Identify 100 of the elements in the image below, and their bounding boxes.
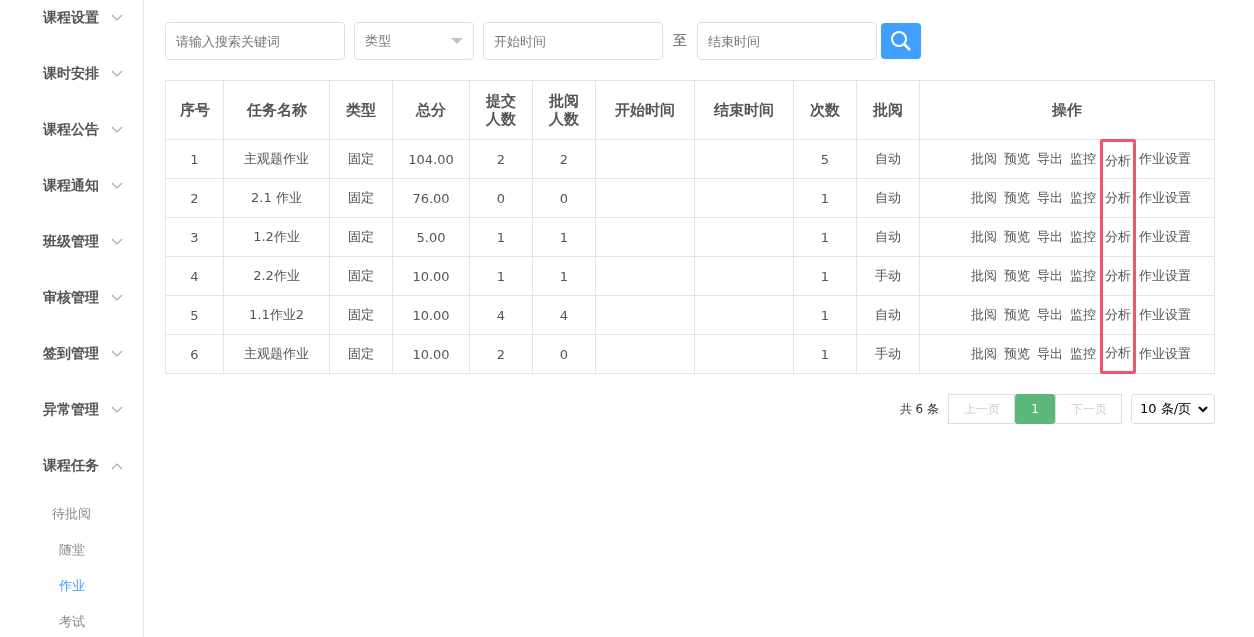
sidebar-item[interactable]: 班级管理 <box>0 214 143 270</box>
table-cell: 1 <box>820 190 830 206</box>
chevron-icon <box>111 294 123 302</box>
table-cell: 76.00 <box>412 190 450 206</box>
action-link[interactable]: 作业设置 <box>1135 257 1195 295</box>
action-link[interactable]: 分析 <box>1099 334 1136 374</box>
search-field[interactable]: 请输入搜索关键词 <box>165 22 345 60</box>
search-button[interactable] <box>881 23 921 59</box>
table-cell: 0 <box>559 346 569 362</box>
sidebar-subitem[interactable]: 考试 <box>0 604 143 637</box>
dropdown-caret-icon <box>451 38 463 44</box>
chevron-icon <box>111 182 123 190</box>
action-link[interactable]: 作业设置 <box>1135 296 1195 334</box>
action-link[interactable]: 监控 <box>1066 179 1100 217</box>
chevron-icon <box>111 406 123 414</box>
chevron-icon <box>111 70 123 78</box>
column-header: 开始时间 <box>595 80 695 140</box>
table-cell: 2 <box>190 190 199 206</box>
table-cell: 6 <box>190 346 199 362</box>
table-cell: 5.00 <box>416 229 446 245</box>
page-size-select[interactable]: 10 条/页 <box>1131 394 1215 424</box>
table-cell: 4 <box>190 268 199 284</box>
action-link[interactable]: 分析 <box>1099 256 1136 296</box>
column-header: 类型 <box>329 80 393 140</box>
table-cell: 1 <box>820 346 830 362</box>
column-header: 结束时间 <box>694 80 794 140</box>
action-link[interactable]: 分析 <box>1099 217 1136 257</box>
type-select[interactable]: 类型 <box>354 22 474 60</box>
action-link[interactable]: 预览 <box>1000 257 1034 295</box>
chevron-icon <box>111 350 123 358</box>
table-cell: 2.1 作业 <box>251 190 302 205</box>
action-link[interactable]: 作业设置 <box>1135 179 1195 217</box>
action-link[interactable]: 监控 <box>1066 296 1100 334</box>
sidebar-item[interactable]: 课程公告 <box>0 102 143 158</box>
chevron-icon <box>111 126 123 134</box>
action-link[interactable]: 监控 <box>1066 257 1100 295</box>
table-cell: 2 <box>559 151 569 167</box>
column-header: 批阅人数 <box>532 80 596 140</box>
table-cell: 自动 <box>875 307 901 322</box>
sidebar-subitem[interactable]: 待批阅 <box>0 496 143 532</box>
action-link[interactable]: 导出 <box>1033 257 1067 295</box>
total-count: 共 6 条 <box>899 400 939 418</box>
sidebar-item[interactable]: 签到管理 <box>0 326 143 382</box>
table-cell: 固定 <box>348 268 374 283</box>
action-link[interactable]: 批阅 <box>967 218 1001 256</box>
table-cell: 1.2作业 <box>253 229 300 244</box>
sidebar-item[interactable]: 课程任务 <box>0 438 143 494</box>
start-time-field[interactable]: 开始时间 <box>483 22 663 60</box>
sidebar-item[interactable]: 课程设置 <box>0 0 143 46</box>
action-link[interactable]: 批阅 <box>967 257 1001 295</box>
table-cell: 1.1作业2 <box>249 307 304 322</box>
table-cell: 4 <box>496 307 506 323</box>
action-link[interactable]: 监控 <box>1066 218 1100 256</box>
column-header: 任务名称 <box>223 80 330 140</box>
table-cell: 1 <box>559 268 569 284</box>
sidebar-item[interactable]: 审核管理 <box>0 270 143 326</box>
sidebar-item[interactable]: 课时安排 <box>0 46 143 102</box>
action-link[interactable]: 导出 <box>1033 296 1067 334</box>
table-cell: 2 <box>496 346 506 362</box>
sidebar-subitem[interactable]: 随堂 <box>0 532 143 568</box>
table-cell: 固定 <box>348 151 374 166</box>
action-link[interactable]: 批阅 <box>967 140 1001 178</box>
action-link[interactable]: 作业设置 <box>1135 140 1195 178</box>
column-header: 批阅 <box>856 80 920 140</box>
table-cell: 主观题作业 <box>244 151 309 166</box>
action-link[interactable]: 作业设置 <box>1135 218 1195 256</box>
end-time-field[interactable]: 结束时间 <box>697 22 877 60</box>
action-link[interactable]: 监控 <box>1066 335 1100 373</box>
action-link[interactable]: 导出 <box>1033 218 1067 256</box>
action-link[interactable]: 预览 <box>1000 218 1034 256</box>
action-link[interactable]: 分析 <box>1099 139 1136 179</box>
table-cell: 10.00 <box>412 346 450 362</box>
sidebar-item[interactable]: 异常管理 <box>0 382 143 438</box>
action-link[interactable]: 分析 <box>1099 295 1136 335</box>
chevron-icon <box>111 462 123 470</box>
range-separator: 至 <box>673 32 687 50</box>
table-cell: 1 <box>559 229 569 245</box>
action-link[interactable]: 导出 <box>1033 335 1067 373</box>
table-cell: 1 <box>820 229 830 245</box>
action-link[interactable]: 预览 <box>1000 296 1034 334</box>
column-header: 次数 <box>793 80 857 140</box>
action-link[interactable]: 预览 <box>1000 140 1034 178</box>
action-link[interactable]: 分析 <box>1099 178 1136 218</box>
chevron-icon <box>111 238 123 246</box>
action-link[interactable]: 监控 <box>1066 140 1100 178</box>
sidebar-item[interactable]: 课程通知 <box>0 158 143 214</box>
action-link[interactable]: 批阅 <box>967 179 1001 217</box>
action-link[interactable]: 批阅 <box>967 296 1001 334</box>
table-cell: 10.00 <box>412 268 450 284</box>
action-link[interactable]: 作业设置 <box>1135 335 1195 373</box>
action-link[interactable]: 导出 <box>1033 140 1067 178</box>
table-cell: 1 <box>190 151 199 167</box>
table-cell: 1 <box>820 307 830 323</box>
action-link[interactable]: 导出 <box>1033 179 1067 217</box>
action-link[interactable]: 预览 <box>1000 179 1034 217</box>
action-link[interactable]: 预览 <box>1000 335 1034 373</box>
action-link[interactable]: 批阅 <box>967 335 1001 373</box>
search-icon <box>890 30 912 52</box>
table-cell: 主观题作业 <box>244 346 309 361</box>
table-cell: 手动 <box>875 268 901 283</box>
